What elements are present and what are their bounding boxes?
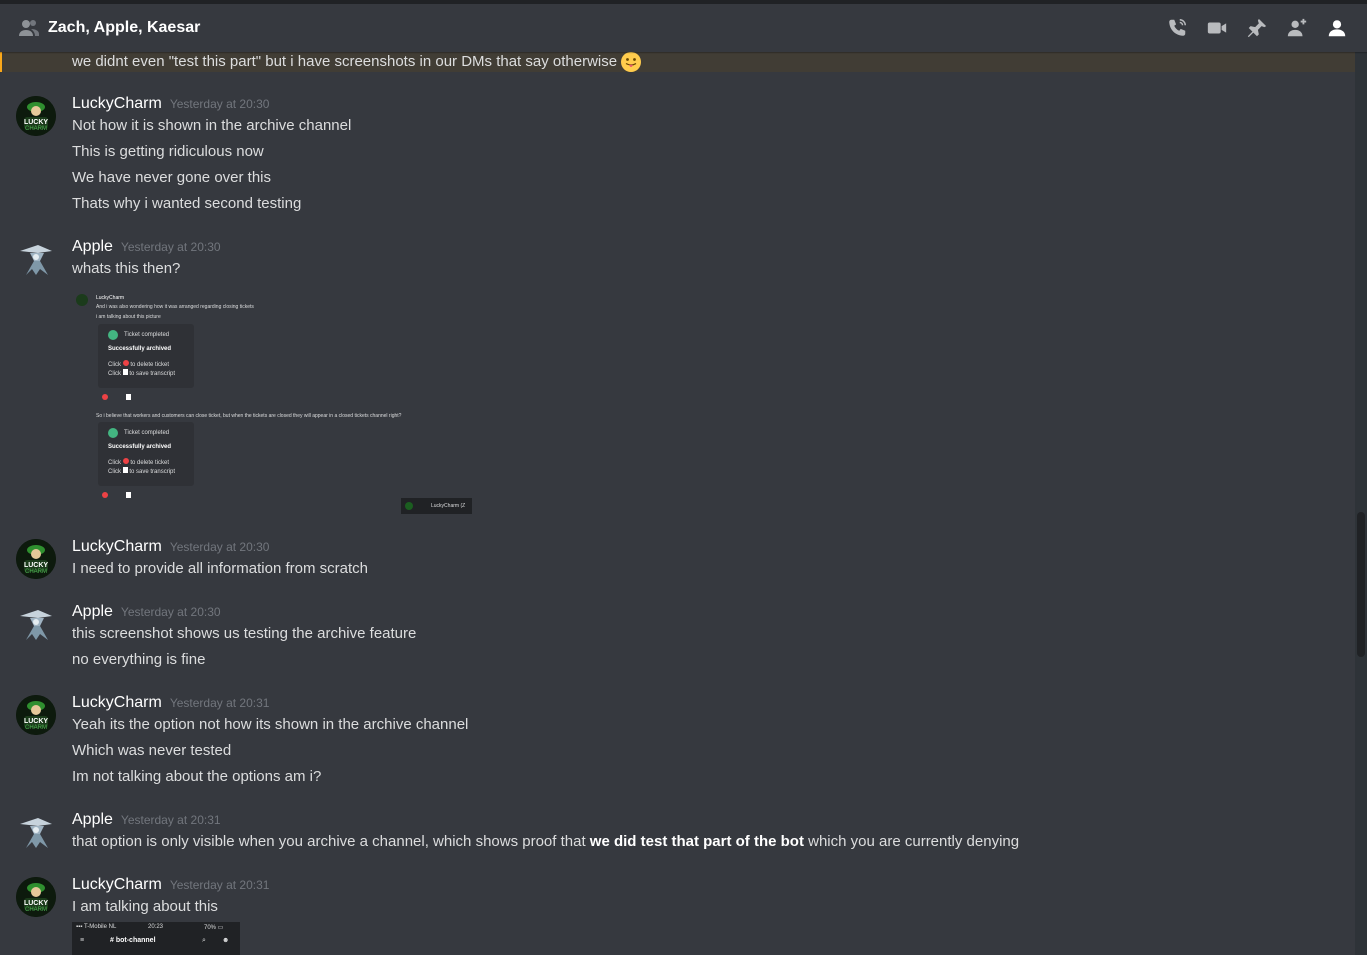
channel-header: Zach, Apple, Kaesar [0, 4, 1367, 52]
message-text: this screenshot shows us testing the arc… [72, 625, 417, 642]
message-text: We have never gone over this [72, 169, 272, 186]
author-name[interactable]: LuckyCharm Yesterday at 20:30 [72, 94, 269, 114]
message-text: Thats why i wanted second testing [72, 195, 302, 212]
reaction-icon [102, 394, 108, 400]
image-attachment[interactable]: LuckyCharm And i was also wondering how … [72, 290, 472, 514]
author-name[interactable]: LuckyCharm Yesterday at 20:31 [72, 693, 269, 713]
avatar[interactable] [16, 239, 56, 279]
author-name[interactable]: Apple Yesterday at 20:30 [72, 602, 221, 622]
check-icon [108, 428, 118, 438]
group-dm-icon [16, 15, 42, 41]
image-attachment[interactable]: ▪▪▪ T-Mobile NL 20:23 70% ▭ ≡ # bot-chan… [72, 922, 240, 955]
timestamp: Yesterday at 20:30 [120, 605, 221, 619]
phone-status-battery: 70% ▭ [204, 925, 224, 931]
scrollbar-track[interactable] [1355, 52, 1367, 955]
message-text: that option is only visible when you arc… [72, 833, 1020, 850]
mini-author: LuckyCharm [96, 295, 125, 301]
mini-card-title: Ticket completed [124, 430, 170, 436]
message-text: we didnt even "test this part" but i hav… [72, 52, 642, 73]
message-list: we didnt even "test this part" but i hav… [0, 52, 1355, 955]
avatar[interactable] [16, 604, 56, 644]
message-text: whats this then? [72, 260, 181, 277]
mini-card-status: Successfully archived [108, 444, 172, 450]
video-call-icon[interactable] [1197, 4, 1237, 52]
svg-text:CHARM: CHARM [25, 569, 47, 575]
avatar[interactable]: LUCKY CHARM [16, 539, 56, 579]
author-name[interactable]: Apple Yesterday at 20:31 [72, 810, 221, 830]
timestamp: Yesterday at 20:30 [120, 240, 221, 254]
avatar[interactable] [16, 812, 56, 852]
member-list-icon[interactable] [1317, 4, 1357, 52]
phone-channel-name: # bot-channel [110, 937, 156, 944]
phone-status-carrier: ▪▪▪ T-Mobile NL [76, 924, 117, 930]
svg-text:CHARM: CHARM [25, 126, 47, 132]
reaction-icon [102, 492, 108, 498]
mini-footer-text: LuckyCharm (Z [431, 503, 466, 509]
svg-text:CHARM: CHARM [25, 907, 47, 913]
reaction-icon [126, 492, 131, 498]
svg-text:LUCKY: LUCKY [24, 119, 48, 126]
message-text: Yeah its the option not how its shown in… [72, 716, 469, 733]
mini-text: And i was also wondering how it was arra… [96, 304, 254, 310]
mini-card-title: Ticket completed [124, 332, 170, 338]
message-text: Which was never tested [72, 742, 232, 759]
mini-card-line: Click to delete ticket [108, 458, 170, 466]
avatar[interactable]: LUCKY CHARM [16, 96, 56, 136]
mini-text: So i believe that workers and customers … [96, 413, 402, 419]
pin-icon[interactable] [1237, 4, 1277, 52]
message-text: I am talking about this [72, 898, 218, 915]
phone-status-time: 20:23 [148, 924, 164, 930]
bold-text: we did test that part of the bot [589, 833, 804, 850]
avatar[interactable]: LUCKY CHARM [16, 877, 56, 917]
reaction-icon [126, 394, 131, 400]
message-text: no everything is fine [72, 651, 206, 668]
highlighted-message: we didnt even "test this part" but i hav… [0, 52, 1355, 72]
mini-card-line: Click to delete ticket [108, 360, 170, 368]
message-text: This is getting ridiculous now [72, 143, 264, 160]
mini-footer: LuckyCharm (Z [401, 498, 472, 514]
author-name[interactable]: LuckyCharm Yesterday at 20:30 [72, 537, 269, 557]
timestamp: Yesterday at 20:30 [169, 97, 270, 111]
search-icon: ⌕ [202, 937, 206, 944]
avatar[interactable]: LUCKY CHARM [16, 695, 56, 735]
mini-avatar [405, 502, 413, 510]
message-text: Im not talking about the options am i? [72, 768, 322, 785]
mini-avatar [76, 294, 88, 306]
mini-text: i am talking about this picture [96, 314, 161, 320]
mini-embed-card: Ticket completed Successfully archived C… [98, 324, 194, 388]
add-friend-icon[interactable] [1277, 4, 1317, 52]
svg-text:LUCKY: LUCKY [24, 900, 48, 907]
hamburger-icon: ≡ [80, 937, 85, 944]
message-text: Not how it is shown in the archive chann… [72, 117, 352, 134]
svg-text:LUCKY: LUCKY [24, 718, 48, 725]
timestamp: Yesterday at 20:31 [120, 813, 221, 827]
message-text: I need to provide all information from s… [72, 560, 368, 577]
channel-title: Zach, Apple, Kaesar [48, 19, 201, 36]
mini-embed-card: Ticket completed Successfully archived C… [98, 422, 194, 486]
author-name[interactable]: LuckyCharm Yesterday at 20:31 [72, 875, 269, 895]
svg-text:CHARM: CHARM [25, 725, 47, 731]
header-toolbar [1157, 4, 1357, 52]
svg-text:LUCKY: LUCKY [24, 562, 48, 569]
scrollbar-thumb[interactable] [1357, 512, 1365, 657]
phone-call-icon[interactable] [1157, 4, 1197, 52]
check-icon [108, 330, 118, 340]
members-icon: ☻ [222, 937, 230, 944]
timestamp: Yesterday at 20:31 [169, 878, 270, 892]
tongue-out-emoji-icon [620, 52, 642, 73]
timestamp: Yesterday at 20:31 [169, 696, 270, 710]
mini-card-line: Click to save transcript [108, 369, 176, 377]
mini-card-line: Click to save transcript [108, 467, 176, 475]
timestamp: Yesterday at 20:30 [169, 540, 270, 554]
mini-card-status: Successfully archived [108, 346, 172, 352]
author-name[interactable]: Apple Yesterday at 20:30 [72, 237, 221, 257]
